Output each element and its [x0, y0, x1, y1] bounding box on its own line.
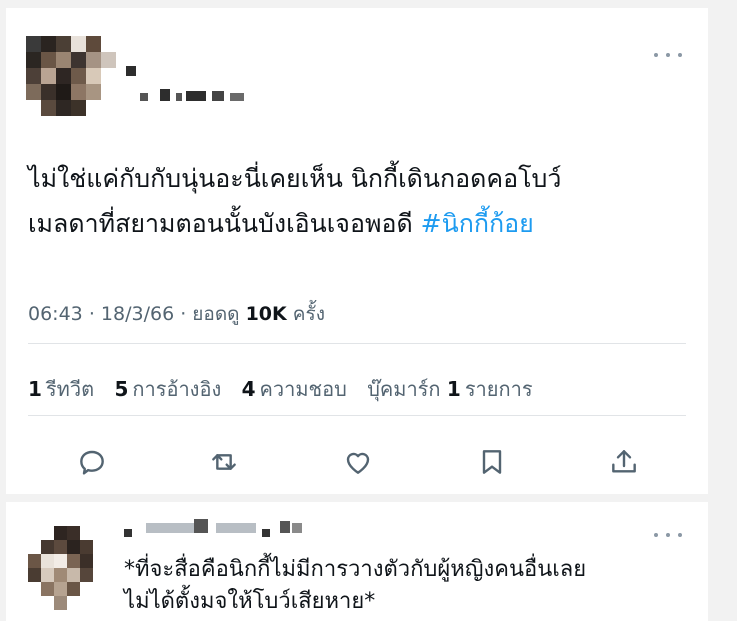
retweets-count: 1 — [28, 377, 42, 401]
tweet-text-line-2-body: เมลดาที่สยามตอนนั้นบังเอินเจอพอดี — [28, 209, 421, 238]
views-suffix: ครั้ง — [292, 303, 325, 325]
retweets-label: รีทวีต — [45, 377, 95, 401]
meta-separator: · — [180, 303, 193, 325]
reply-more-icon[interactable] — [654, 528, 682, 542]
more-icon[interactable] — [654, 48, 682, 62]
likes-label: ความชอบ — [259, 377, 347, 401]
meta-separator: · — [88, 303, 101, 325]
divider — [28, 415, 686, 416]
quotes-label: การอ้างอิง — [132, 377, 222, 401]
bookmark-button[interactable] — [470, 440, 514, 484]
reply-button[interactable] — [70, 440, 114, 484]
hashtag-link[interactable]: #นิกกี้ก้อย — [421, 209, 534, 238]
reply-avatar[interactable] — [28, 526, 106, 610]
engagement-stats: 1 รีทวีต 5 การอ้างอิง 4 ความชอบ บุ๊คมาร์ก 1… — [28, 373, 547, 405]
tweet-date[interactable]: 18/3/66 — [101, 303, 174, 325]
views-prefix: ยอดดู — [192, 303, 240, 325]
tweet-text: ไม่ใช่แค่กับกับนุ่นอะนี่เคยเห็น นิกกี้เด… — [28, 156, 688, 246]
tweet-separator — [6, 494, 708, 502]
retweet-button[interactable] — [202, 440, 246, 484]
bookmarks-label: บุ๊คมาร์ก — [367, 377, 441, 401]
avatar[interactable] — [26, 36, 116, 116]
retweet-icon — [212, 454, 236, 470]
share-button[interactable] — [602, 440, 646, 484]
quotes-count: 5 — [114, 377, 129, 401]
quotes-stat[interactable]: 5 การอ้างอิง — [114, 377, 221, 401]
tweet-text-line-2: เมลดาที่สยามตอนนั้นบังเอินเจอพอดี #นิกกี… — [28, 201, 688, 246]
tweet-time[interactable]: 06:43 — [28, 303, 83, 325]
reply-text-line-1: *ที่จะสื่อคือนิกกี้ไม่มีการวางตัวกับผู้ห… — [124, 557, 587, 582]
likes-stat[interactable]: 4 ความชอบ — [242, 377, 347, 401]
reply-author-redacted[interactable] — [124, 517, 344, 537]
bookmarks-unit: รายการ — [464, 377, 533, 401]
tweet-meta: 06:43 · 18/3/66 · ยอดดู 10K ครั้ง — [28, 299, 325, 329]
bookmark-icon — [482, 450, 502, 474]
bookmarks-stat[interactable]: บุ๊คมาร์ก 1 รายการ — [367, 377, 532, 401]
like-icon — [346, 452, 370, 474]
bookmarks-count: 1 — [446, 377, 461, 401]
divider — [28, 343, 686, 344]
like-button[interactable] — [336, 440, 380, 484]
tweet-text-line-1: ไม่ใช่แค่กับกับนุ่นอะนี่เคยเห็น นิกกี้เด… — [28, 164, 562, 193]
reply-text: *ที่จะสื่อคือนิกกี้ไม่มีการวางตัวกับผู้ห… — [124, 554, 694, 618]
retweets-stat[interactable]: 1 รีทวีต — [28, 377, 94, 401]
reply-text-line-2: ไม่ได้ตั้งมจให้โบว์เสียหาย* — [124, 589, 376, 614]
views-count: 10K — [245, 303, 287, 325]
likes-count: 4 — [241, 377, 256, 401]
reply-icon — [80, 450, 104, 475]
action-bar — [46, 440, 666, 484]
share-icon — [612, 450, 636, 473]
tweet-card: ไม่ใช่แค่กับกับนุ่นอะนี่เคยเห็น นิกกี้เด… — [6, 8, 708, 621]
